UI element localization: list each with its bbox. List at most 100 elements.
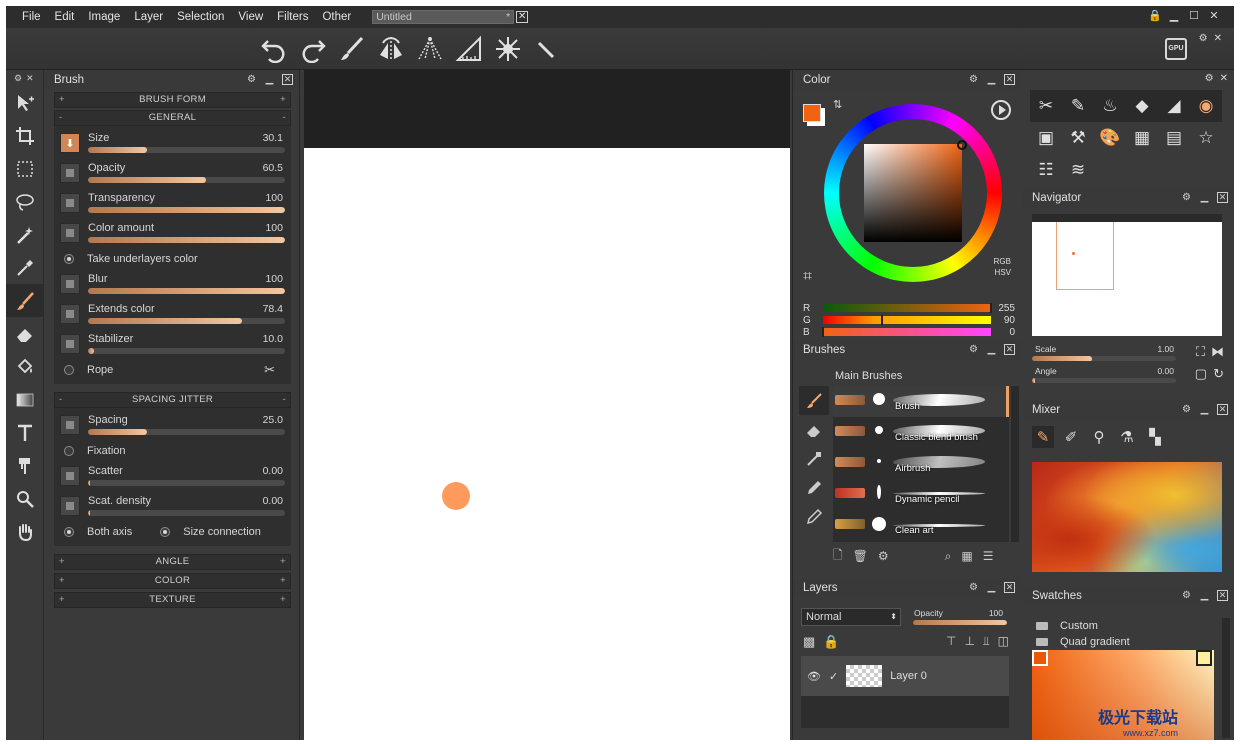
swatches-panel-icon[interactable]: ▦ — [1126, 122, 1158, 154]
color-panel-icon[interactable]: ◉ — [1190, 90, 1222, 122]
settings-icon[interactable]: ⚙ — [1205, 73, 1214, 84]
perspective-icon[interactable] — [415, 34, 445, 64]
rgb-mode-label[interactable]: RGB — [994, 256, 1011, 267]
transparency-pressure-toggle[interactable] — [60, 193, 80, 213]
canvas-area[interactable] — [304, 70, 790, 740]
blur-pressure-toggle[interactable] — [60, 274, 80, 294]
close-icon[interactable]: ✕ — [26, 73, 34, 84]
brush-settings-icon[interactable]: ⚙ — [878, 549, 889, 563]
search-icon[interactable]: ⌕ — [945, 549, 952, 564]
blend-mode-select[interactable]: Normal ⬍ — [801, 608, 901, 626]
maximize-icon[interactable]: ☐ — [1188, 10, 1200, 22]
list-view-icon[interactable]: ☰ — [983, 549, 994, 563]
clone-stamp-icon[interactable] — [6, 449, 44, 482]
brushes-panel-icon[interactable]: ♨ — [1094, 90, 1126, 122]
close-icon[interactable]: ✕ — [1217, 192, 1228, 203]
color-picker-handle[interactable] — [957, 140, 967, 150]
settings-icon[interactable]: ⚙ — [14, 73, 22, 84]
lock-transparency-icon[interactable]: ▩ — [803, 634, 815, 650]
eraser-icon[interactable] — [6, 317, 44, 350]
gradient-panel-icon[interactable]: ◢ — [1158, 90, 1190, 122]
align-bottom-icon[interactable]: ⫫ — [983, 634, 990, 649]
mixer-eyedropper-icon[interactable]: ⚲ — [1088, 426, 1110, 448]
delete-brush-icon[interactable]: 🗑 — [853, 549, 868, 563]
fit-screen-icon[interactable]: ⛶ — [1196, 344, 1205, 360]
color-play-icon[interactable] — [991, 100, 1011, 120]
minimize-icon[interactable]: ▁ — [1168, 10, 1180, 22]
foreground-color-swatch[interactable] — [803, 104, 821, 122]
menu-filters[interactable]: Filters — [270, 6, 315, 28]
brush-category-brush-icon[interactable] — [799, 386, 829, 415]
take-underlayers-radio[interactable] — [64, 253, 74, 264]
close-icon[interactable]: ✕ — [1004, 74, 1015, 85]
align-top-icon[interactable]: ⊤ — [946, 634, 956, 649]
tree-icon[interactable]: ☷ — [1030, 154, 1062, 186]
document-tab[interactable]: Untitled * — [372, 10, 515, 24]
layer-opacity-slider[interactable]: Opacity 100 — [913, 608, 1007, 626]
close-icon[interactable]: ✕ — [1004, 344, 1015, 355]
hammer-icon[interactable]: ⚒ — [1062, 122, 1094, 154]
scat-density-slider[interactable]: Scat. density 0.00 — [88, 493, 285, 519]
scatter-toggle[interactable] — [60, 466, 80, 486]
mixer-blend-icon[interactable]: ✐ — [1060, 426, 1082, 448]
check-icon[interactable]: ✓ — [829, 670, 838, 683]
settings-icon[interactable]: ⚙ — [968, 74, 979, 85]
close-icon[interactable]: ✕ — [1214, 33, 1222, 44]
scat-density-toggle[interactable] — [60, 496, 80, 516]
settings-icon[interactable]: ⚙ — [968, 582, 979, 593]
close-window-icon[interactable]: ✕ — [1208, 10, 1220, 22]
settings-icon[interactable]: ⚙ — [1181, 590, 1192, 601]
menu-view[interactable]: View — [231, 6, 270, 28]
extends-color-slider[interactable]: Extends color 78.4 — [88, 301, 285, 327]
fixation-radio[interactable] — [64, 445, 74, 456]
lasso-icon[interactable] — [6, 185, 44, 218]
brush-category-pencil-icon[interactable] — [799, 502, 829, 531]
tools-panel-icon[interactable]: ✂ — [1030, 90, 1062, 122]
section-brush-form[interactable]: + BRUSH FORM + — [54, 92, 291, 108]
layer-row[interactable]: 👁 ✓ Layer 0 — [801, 656, 1009, 696]
section-color[interactable]: + COLOR + — [54, 573, 291, 589]
undo-icon[interactable] — [259, 34, 289, 64]
menu-image[interactable]: Image — [81, 6, 127, 28]
swatch-set-quad-gradient[interactable]: Quad gradient — [1032, 634, 1218, 650]
brush-icon[interactable] — [6, 284, 44, 317]
layer-options-icon[interactable]: ◫ — [998, 634, 1009, 649]
close-icon[interactable]: ✕ — [282, 74, 293, 85]
brush-category-airbrush-icon[interactable] — [799, 444, 829, 473]
minimize-icon[interactable]: ▁ — [1199, 590, 1210, 601]
size-slider[interactable]: Size 30.1 — [88, 130, 285, 156]
brush-list-scrollbar[interactable] — [1011, 386, 1019, 542]
transparency-slider[interactable]: Transparency 100 — [88, 190, 285, 216]
fill-bucket-icon[interactable] — [6, 350, 44, 383]
opacity-pressure-toggle[interactable] — [60, 163, 80, 183]
ruler-triangle-icon[interactable] — [454, 34, 484, 64]
swatch-set-custom[interactable]: Custom — [1032, 618, 1218, 634]
menu-selection[interactable]: Selection — [170, 6, 231, 28]
stabilizer-slider[interactable]: Stabilizer 10.0 — [88, 331, 285, 357]
selected-swatch[interactable] — [1032, 650, 1048, 666]
menu-edit[interactable]: Edit — [48, 6, 82, 28]
gpu-icon[interactable]: GPU — [1165, 38, 1187, 60]
size-pressure-toggle[interactable]: ⬇ — [60, 133, 80, 153]
minimize-icon[interactable]: ▁ — [1199, 404, 1210, 415]
settings-icon[interactable]: ⚙ — [968, 344, 979, 355]
lock-icon[interactable]: 🔒 — [1148, 10, 1162, 22]
layers-panel-icon[interactable]: ◆ — [1126, 90, 1158, 122]
brush-category-pen-icon[interactable] — [799, 473, 829, 502]
take-underlayers-option[interactable]: Take underlayers color — [60, 248, 285, 269]
mixer-brush-icon[interactable]: ✎ — [1032, 426, 1054, 448]
crop-icon[interactable]: ⌗ — [803, 268, 812, 286]
align-middle-icon[interactable]: ⊥ — [964, 634, 974, 649]
settings-icon[interactable]: ⚙ — [246, 74, 257, 85]
menu-file[interactable]: File — [15, 6, 48, 28]
brush-category-eraser-icon[interactable] — [799, 415, 829, 444]
mixer-clear-icon[interactable]: ⚗ — [1116, 426, 1138, 448]
brush-item-clean-art[interactable]: Clean art — [833, 510, 1009, 541]
blue-slider[interactable] — [822, 327, 991, 337]
mandala-icon[interactable] — [493, 34, 523, 64]
settings-icon[interactable]: ⚙ — [1181, 404, 1192, 415]
scatter-slider[interactable]: Scatter 0.00 — [88, 463, 285, 489]
grid-view-icon[interactable]: ▦ — [961, 549, 972, 563]
green-slider[interactable] — [823, 315, 991, 325]
menu-layer[interactable]: Layer — [127, 6, 170, 28]
